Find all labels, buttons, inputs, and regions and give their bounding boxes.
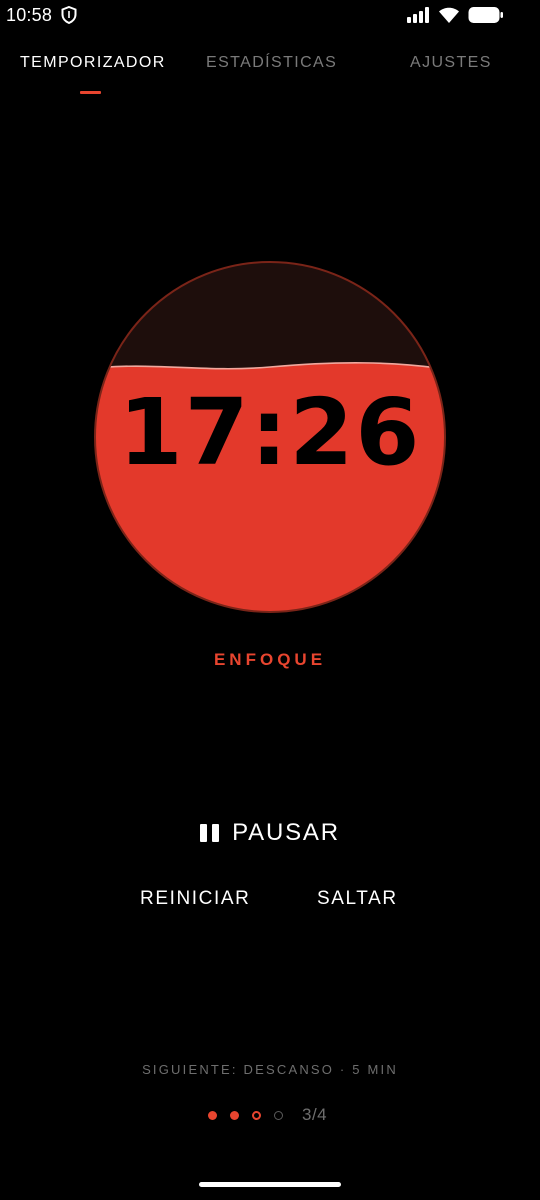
wifi-icon	[439, 7, 459, 23]
active-tab-indicator	[80, 91, 101, 94]
tab-statistics[interactable]: ESTADÍSTICAS	[206, 54, 337, 72]
pause-icon	[200, 824, 220, 842]
tab-timer[interactable]: TEMPORIZADOR	[20, 54, 166, 72]
next-session-info: SIGUIENTE: DESCANSO · 5 MIN	[142, 1062, 398, 1077]
session-dot-4	[274, 1111, 283, 1120]
session-dot-1	[208, 1111, 217, 1120]
pause-label: PAUSAR	[232, 819, 340, 846]
reset-button[interactable]: REINICIAR	[140, 888, 250, 910]
session-dot-3	[252, 1111, 261, 1120]
pause-button[interactable]: PAUSAR	[190, 816, 350, 850]
tab-settings[interactable]: AJUSTES	[410, 54, 492, 72]
session-count: 3/4	[302, 1105, 328, 1124]
session-progress: 3/4	[208, 1103, 348, 1127]
home-indicator[interactable]	[199, 1182, 341, 1187]
shield-icon	[61, 6, 77, 24]
signal-icon	[407, 7, 429, 23]
status-bar: 10:58	[0, 0, 540, 34]
timer-display: 17:26	[118, 379, 422, 486]
session-dot-2	[230, 1111, 239, 1120]
status-time: 10:58	[6, 5, 53, 25]
tab-bar: TEMPORIZADOR ESTADÍSTICAS AJUSTES	[0, 50, 540, 100]
battery-icon	[468, 7, 503, 23]
skip-button[interactable]: SALTAR	[317, 888, 398, 910]
timer-mode-label: ENFOQUE	[213, 650, 327, 669]
